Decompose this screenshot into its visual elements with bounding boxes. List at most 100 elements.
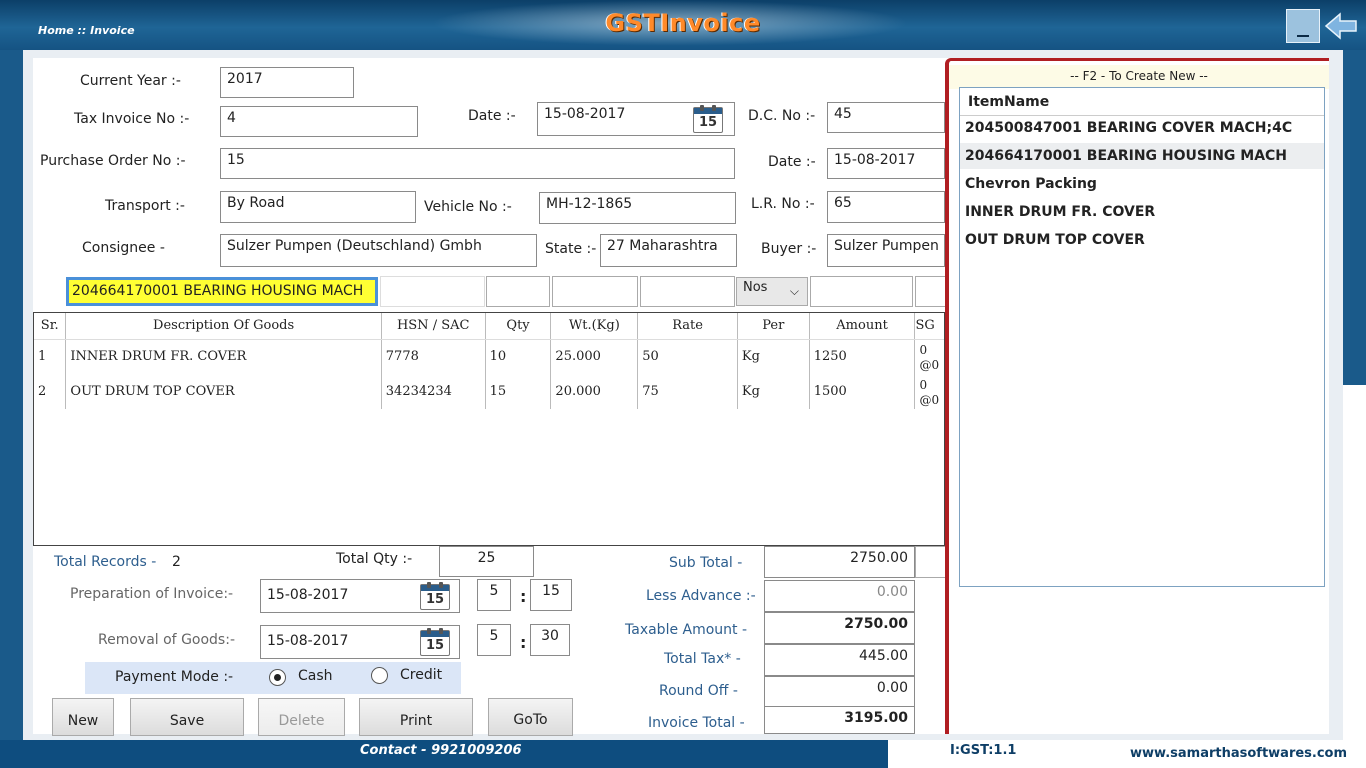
col-per[interactable]: Per: [737, 313, 810, 340]
date-label: Date :-: [468, 108, 516, 124]
list-item[interactable]: 204500847001 BEARING COVER MACH;4C: [960, 115, 1324, 141]
calendar-icon[interactable]: 15: [420, 582, 450, 610]
preparation-label: Preparation of Invoice:-: [70, 586, 234, 602]
consignee-label: Consignee -: [82, 240, 165, 256]
sub-total-field: 2750.00: [764, 546, 915, 578]
total-tax-field: 445.00: [764, 644, 915, 676]
preparation-hour-field[interactable]: 5: [477, 579, 511, 611]
po-date-label: Date :-: [768, 154, 816, 170]
list-item[interactable]: Chevron Packing: [960, 171, 1324, 197]
row-sr: 2: [34, 374, 67, 409]
po-date-field[interactable]: 15-08-2017: [827, 148, 945, 179]
row-hsn: 7778: [381, 339, 486, 374]
row-sgst-rate: @0: [919, 392, 940, 407]
col-description[interactable]: Description Of Goods: [65, 313, 382, 340]
cash-radio[interactable]: [269, 669, 286, 686]
row-weight: 25.000: [550, 339, 639, 374]
minimize-button[interactable]: [1286, 9, 1320, 43]
col-hsn[interactable]: HSN / SAC: [381, 313, 486, 340]
calendar-icon[interactable]: 15: [420, 628, 450, 656]
row-weight: 20.000: [550, 374, 639, 409]
removal-hour-field[interactable]: 5: [477, 624, 511, 656]
preparation-minute-field[interactable]: 15: [530, 579, 572, 611]
lr-no-field[interactable]: 65: [827, 191, 945, 223]
new-button[interactable]: New: [52, 698, 114, 736]
qty-input[interactable]: [486, 276, 550, 307]
amount-input[interactable]: [810, 276, 913, 307]
items-grid[interactable]: Sr. Description Of Goods HSN / SAC Qty W…: [33, 312, 945, 546]
credit-label[interactable]: Credit: [400, 667, 442, 683]
list-item-selected[interactable]: 204664170001 BEARING HOUSING MACH: [960, 143, 1324, 169]
total-records-label: Total Records -: [54, 554, 157, 570]
col-weight[interactable]: Wt.(Kg): [550, 313, 639, 340]
right-edge: [1343, 385, 1366, 740]
row-rate: 75: [637, 374, 738, 409]
less-advance-field[interactable]: 0.00: [764, 580, 915, 612]
row-rate: 50: [637, 339, 738, 374]
back-arrow-icon: [1324, 12, 1357, 40]
less-advance-label: Less Advance :-: [646, 588, 756, 604]
state-field[interactable]: 27 Maharashtra: [600, 234, 737, 267]
col-qty[interactable]: Qty: [485, 313, 552, 340]
row-sgst-amount: 0: [919, 377, 928, 392]
calendar-day: 15: [425, 592, 445, 607]
removal-label: Removal of Goods:-: [98, 632, 235, 648]
website-link[interactable]: www.samarthasoftwares.com: [1130, 746, 1347, 761]
transport-field[interactable]: By Road: [220, 191, 416, 223]
current-year-field[interactable]: 2017: [220, 67, 354, 98]
list-item[interactable]: OUT DRUM TOP COVER: [960, 227, 1324, 253]
table-row[interactable]: 1 INNER DRUM FR. COVER 7778 10 25.000 50…: [34, 339, 944, 374]
col-amount[interactable]: Amount: [809, 313, 916, 340]
table-row[interactable]: 2 OUT DRUM TOP COVER 34234234 15 20.000 …: [34, 374, 944, 409]
invoice-total-label: Invoice Total -: [648, 715, 745, 731]
lr-no-label: L.R. No :-: [751, 196, 815, 212]
credit-radio[interactable]: [371, 667, 388, 684]
minimize-icon: [1297, 35, 1309, 37]
save-button[interactable]: Save: [130, 698, 244, 736]
calendar-icon[interactable]: 15: [693, 105, 723, 133]
weight-input[interactable]: [552, 276, 638, 307]
rate-input[interactable]: [640, 276, 735, 307]
hsn-input[interactable]: [380, 276, 485, 307]
row-sgst: 0 @0: [915, 339, 944, 374]
dc-no-field[interactable]: 45: [827, 102, 945, 133]
print-button[interactable]: Print: [359, 698, 473, 736]
dc-no-label: D.C. No :-: [748, 108, 816, 124]
tax-invoice-no-label: Tax Invoice No :-: [74, 111, 190, 127]
consignee-field[interactable]: Sulzer Pumpen (Deutschland) Gmbh: [220, 234, 537, 267]
transport-label: Transport :-: [105, 198, 185, 214]
cash-label[interactable]: Cash: [298, 668, 333, 684]
sub-total-extra: [915, 546, 945, 578]
goto-button[interactable]: GoTo: [488, 698, 573, 736]
sgst-input[interactable]: [915, 276, 945, 307]
delete-button[interactable]: Delete: [258, 698, 345, 736]
item-description-input[interactable]: 204664170001 BEARING HOUSING MACH: [66, 277, 378, 306]
version-label: I:GST:1.1: [950, 743, 1017, 758]
unit-select[interactable]: Nos ⌵: [736, 277, 808, 306]
buyer-field[interactable]: Sulzer Pumpen: [827, 234, 945, 267]
row-per: Kg: [737, 374, 810, 409]
row-sgst-rate: @0: [919, 357, 940, 372]
taxable-amount-field: 2750.00: [764, 612, 915, 644]
payment-mode-label: Payment Mode :-: [115, 669, 234, 685]
purchase-order-no-field[interactable]: 15: [220, 148, 735, 179]
col-rate[interactable]: Rate: [637, 313, 738, 340]
list-item[interactable]: INNER DRUM FR. COVER: [960, 199, 1324, 225]
back-button[interactable]: [1324, 10, 1358, 42]
sub-total-label: Sub Total -: [669, 555, 743, 571]
time-separator: :: [520, 633, 527, 652]
calendar-day: 15: [698, 115, 718, 130]
buyer-label: Buyer :-: [761, 241, 817, 257]
round-off-field[interactable]: 0.00: [764, 676, 915, 708]
row-hsn: 34234234: [381, 374, 486, 409]
removal-minute-field[interactable]: 30: [530, 624, 570, 656]
col-sgst[interactable]: SG: [914, 313, 944, 340]
row-description: INNER DRUM FR. COVER: [65, 339, 382, 374]
tax-invoice-no-field[interactable]: 4: [220, 106, 418, 137]
vehicle-no-field[interactable]: MH-12-1865: [539, 192, 736, 224]
item-name-list[interactable]: ItemName 204500847001 BEARING COVER MACH…: [959, 87, 1325, 587]
state-label: State :-: [545, 241, 597, 257]
col-sr[interactable]: Sr.: [34, 313, 67, 340]
taxable-amount-label: Taxable Amount -: [625, 622, 748, 638]
purchase-order-no-label: Purchase Order No :-: [40, 153, 186, 169]
